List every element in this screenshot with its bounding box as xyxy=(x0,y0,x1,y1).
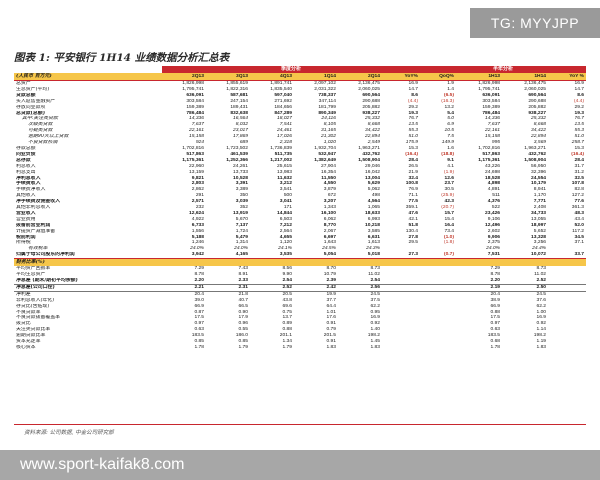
bottom-rule xyxy=(14,424,586,425)
table-title: 图表 1: 平安银行 1H14 业绩数据分析汇总表 xyxy=(14,52,230,64)
row-value: 2.31 xyxy=(206,283,250,292)
row-value: 1.83 xyxy=(326,344,336,350)
half-year-band: 半年分析 xyxy=(420,66,587,73)
table-row: 净息差(公司口径) 2.21 2.31 2.52 2.42 2.56 2.19 2.50 xyxy=(14,283,587,292)
col-header: 1H14 xyxy=(502,73,549,81)
ratio-section-fill xyxy=(162,258,587,267)
header-band-row: 季度分析 半年分析 xyxy=(14,66,587,73)
col-header: 1Q14 xyxy=(294,73,338,81)
row-value xyxy=(382,345,420,351)
col-header: QoQ% xyxy=(420,73,457,81)
col-header: 2Q14 xyxy=(338,73,382,81)
row-value: 1.79 xyxy=(238,344,248,350)
row-value: 2.56 xyxy=(338,283,382,292)
col-header: 2Q13 xyxy=(162,73,206,81)
ratio-section-band: 财务比率(%) xyxy=(14,258,587,267)
col-header: YoY % xyxy=(548,73,587,81)
row-value: 1.78 xyxy=(490,344,501,350)
row-value xyxy=(548,345,586,351)
row-label: 核心资本 xyxy=(16,344,36,350)
col-header: 1H13 xyxy=(456,73,503,81)
source-note: 资料来源: 公司数据, 中金公司研究部 xyxy=(24,430,114,436)
row-value: 2.52 xyxy=(250,283,294,292)
row-value: 1.83 xyxy=(370,344,380,350)
financial-table-container: 季度分析 半年分析 (人民币 百万元) 2Q13 3Q13 4Q13 1Q14 … xyxy=(14,66,587,351)
financial-summary-table: 季度分析 半年分析 (人民币 百万元) 2Q13 3Q13 4Q13 1Q14 … xyxy=(14,66,587,351)
row-value: 2.50 xyxy=(502,283,549,292)
col-header: YoY% xyxy=(382,73,421,81)
blank-cell xyxy=(14,66,162,73)
row-value: 1.83 xyxy=(536,344,547,350)
unit-label: (人民币 百万元) xyxy=(14,73,162,81)
col-header: 4Q13 xyxy=(250,73,294,81)
ratio-section-label: 财务比率(%) xyxy=(14,258,162,267)
row-value: 2.42 xyxy=(294,283,338,292)
row-value xyxy=(382,283,421,292)
row-value: 2.21 xyxy=(162,283,206,292)
quarterly-band: 季度分析 xyxy=(162,66,421,73)
row-value xyxy=(548,283,587,292)
watermark-bottom: www.sport-kaifak8.com xyxy=(0,450,600,480)
row-value: 2.19 xyxy=(456,283,503,292)
row-value xyxy=(420,283,457,292)
watermark-top: TG: MYYJPP xyxy=(470,8,600,38)
row-value xyxy=(420,345,456,351)
col-header: 3Q13 xyxy=(206,73,250,81)
row-value: 1.79 xyxy=(282,344,292,350)
row-label: 净息差(公司口径) xyxy=(14,283,162,292)
column-header-row: (人民币 百万元) 2Q13 3Q13 4Q13 1Q14 2Q14 YoY% … xyxy=(14,73,587,81)
row-value: 1.78 xyxy=(194,344,204,350)
table-row: 核心资本 1.78 1.79 1.79 1.83 1.83 1.78 1.83 xyxy=(14,345,586,351)
